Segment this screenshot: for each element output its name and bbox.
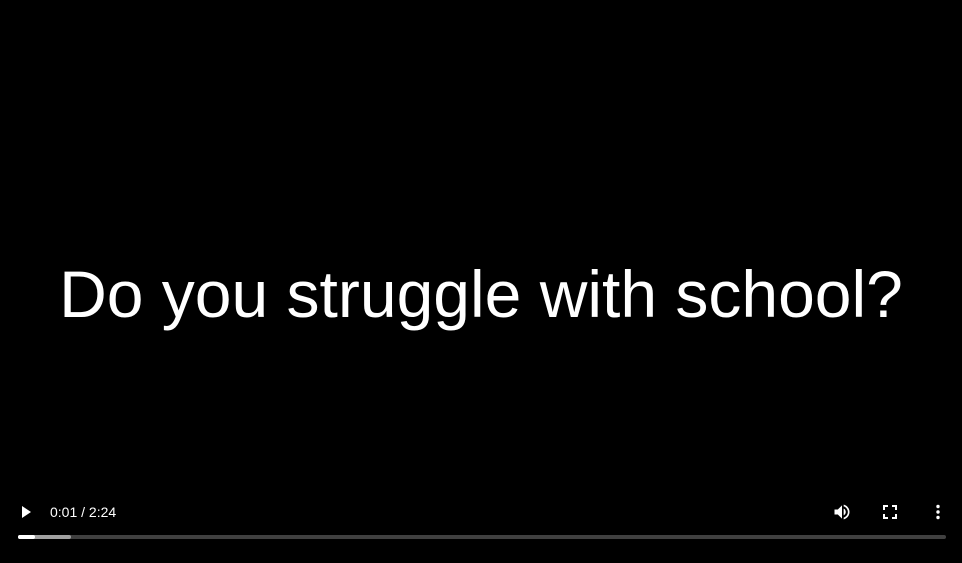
play-button[interactable] <box>6 492 46 532</box>
more-options-button[interactable] <box>918 492 958 532</box>
video-player[interactable]: Do you struggle with school? 0:01 / 2:24 <box>0 0 962 563</box>
time-display: 0:01 / 2:24 <box>50 503 116 521</box>
duration: 2:24 <box>88 504 117 520</box>
volume-icon <box>834 504 850 520</box>
play-icon <box>22 506 31 518</box>
more-vertical-icon <box>936 504 940 520</box>
video-frame[interactable]: Do you struggle with school? <box>0 0 962 563</box>
fullscreen-icon <box>883 505 897 519</box>
fullscreen-button[interactable] <box>870 492 910 532</box>
volume-button[interactable] <box>822 492 862 532</box>
video-frame-text: Do you struggle with school? <box>59 257 903 331</box>
progress-played <box>18 535 35 539</box>
progress-bar[interactable] <box>18 535 946 539</box>
video-controls-bar: 0:01 / 2:24 <box>0 492 962 563</box>
time-separator: / <box>77 504 89 520</box>
current-time: 0:01 <box>50 504 78 520</box>
